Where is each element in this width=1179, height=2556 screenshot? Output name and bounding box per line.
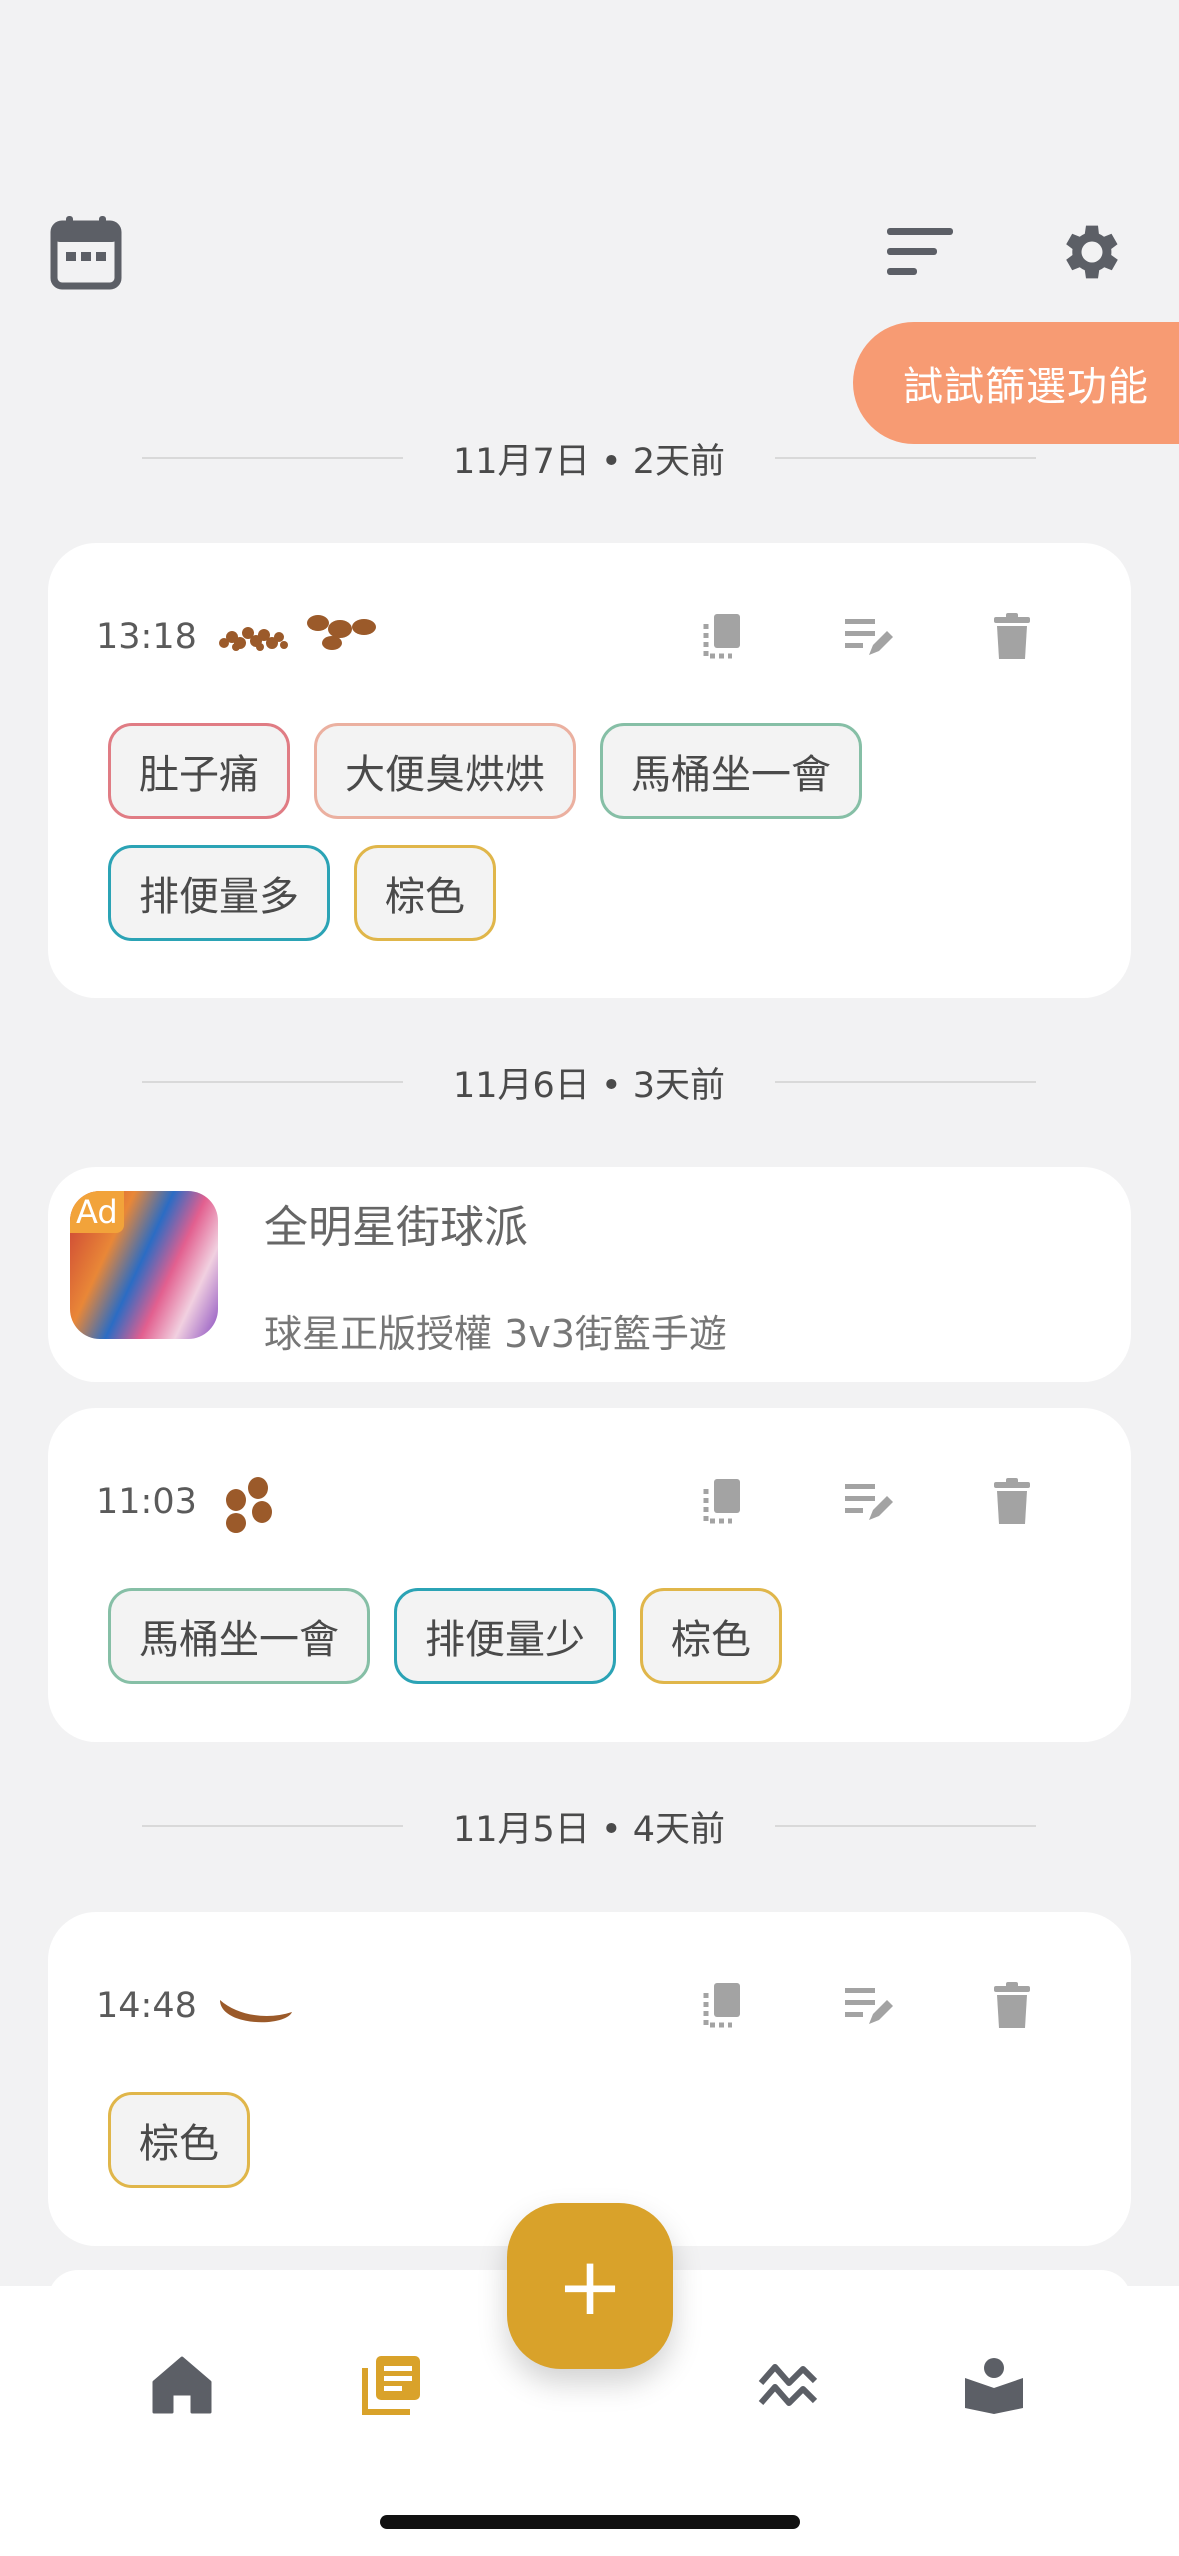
delete-button[interactable]: [982, 607, 1042, 667]
tag-chip[interactable]: 棕色: [640, 1588, 782, 1684]
copy-icon: [703, 1983, 740, 2028]
home-indicator: [380, 2515, 800, 2529]
nav-home[interactable]: [142, 2345, 222, 2425]
delete-button[interactable]: [982, 1976, 1042, 2036]
date-separator: 11月5日 • 4天前: [142, 1796, 1036, 1856]
calendar-icon: [50, 216, 122, 290]
filter-lines-icon: [887, 228, 953, 275]
trash-icon: [994, 613, 1030, 659]
tag-list: 肚子痛 大便臭烘烘 馬桶坐一會 排便量多 棕色: [108, 723, 1071, 941]
entry-card[interactable]: 14:48 棕色: [48, 1912, 1131, 2246]
nav-records[interactable]: [352, 2345, 432, 2425]
edit-button[interactable]: [838, 1976, 898, 2036]
add-entry-button[interactable]: +: [507, 2203, 673, 2369]
home-icon: [152, 2356, 212, 2414]
records-icon: [362, 2356, 420, 2415]
ad-title: 全明星街球派: [264, 1202, 528, 1253]
nav-trend[interactable]: [748, 2345, 828, 2425]
pellet-stool-icon: [226, 1477, 272, 1533]
tag-chip[interactable]: 棕色: [108, 2092, 250, 2188]
edit-icon: [845, 619, 893, 655]
edit-button[interactable]: [838, 1472, 898, 1532]
date-label: 11月5日 • 4天前: [453, 1809, 725, 1850]
smooth-stool-icon: [220, 2000, 292, 2023]
entry-card[interactable]: 13:18 肚子痛 大便臭烘烘 馬桶坐一會 排便量多 棕色: [48, 543, 1131, 998]
entry-time: 11:03: [96, 1482, 197, 1522]
date-label: 11月6日 • 3天前: [453, 1065, 725, 1106]
nav-learn[interactable]: [954, 2345, 1034, 2425]
filter-button[interactable]: [880, 212, 960, 292]
gear-icon: [1066, 225, 1118, 279]
settings-button[interactable]: [1052, 212, 1132, 292]
edit-icon: [845, 1988, 893, 2024]
tag-chip[interactable]: 大便臭烘烘: [314, 723, 576, 819]
chunk-stool-icon: [307, 615, 376, 650]
crumbly-stool-icon: [219, 627, 288, 651]
ad-app-icon: Ad: [70, 1191, 218, 1339]
learn-book-icon: [965, 2358, 1023, 2414]
copy-icon: [703, 614, 740, 659]
tag-chip[interactable]: 排便量少: [394, 1588, 616, 1684]
copy-button[interactable]: [692, 1976, 752, 2036]
tag-list: 棕色: [108, 2092, 1071, 2188]
delete-button[interactable]: [982, 1472, 1042, 1532]
edit-icon: [845, 1484, 893, 1520]
copy-icon: [703, 1479, 740, 1524]
tag-chip[interactable]: 排便量多: [108, 845, 330, 941]
tag-list: 馬桶坐一會 排便量少 棕色: [108, 1588, 1071, 1684]
filter-tip-tooltip[interactable]: 試試篩選功能: [853, 322, 1179, 444]
tag-chip[interactable]: 肚子痛: [108, 723, 290, 819]
date-separator: 11月6日 • 3天前: [142, 1052, 1036, 1112]
ad-card[interactable]: Ad 全明星街球派 球星正版授權 3v3街籃手遊: [48, 1167, 1131, 1382]
tag-chip[interactable]: 馬桶坐一會: [108, 1588, 370, 1684]
tag-chip[interactable]: 馬桶坐一會: [600, 723, 862, 819]
date-separator: 11月7日 • 2天前: [142, 428, 1036, 488]
copy-button[interactable]: [692, 607, 752, 667]
trash-icon: [994, 1478, 1030, 1524]
ad-badge: Ad: [70, 1191, 124, 1233]
entry-card[interactable]: 11:03 馬桶坐一會 排便量少 棕色: [48, 1408, 1131, 1742]
trend-icon: [758, 2364, 818, 2406]
calendar-button[interactable]: [46, 212, 126, 292]
trash-icon: [994, 1982, 1030, 2028]
date-label: 11月7日 • 2天前: [453, 441, 725, 482]
ad-subtitle: 球星正版授權 3v3街籃手遊: [264, 1312, 727, 1356]
tag-chip[interactable]: 棕色: [354, 845, 496, 941]
entry-time: 13:18: [96, 617, 197, 657]
entry-time: 14:48: [96, 1986, 197, 2026]
edit-button[interactable]: [838, 607, 898, 667]
copy-button[interactable]: [692, 1472, 752, 1532]
